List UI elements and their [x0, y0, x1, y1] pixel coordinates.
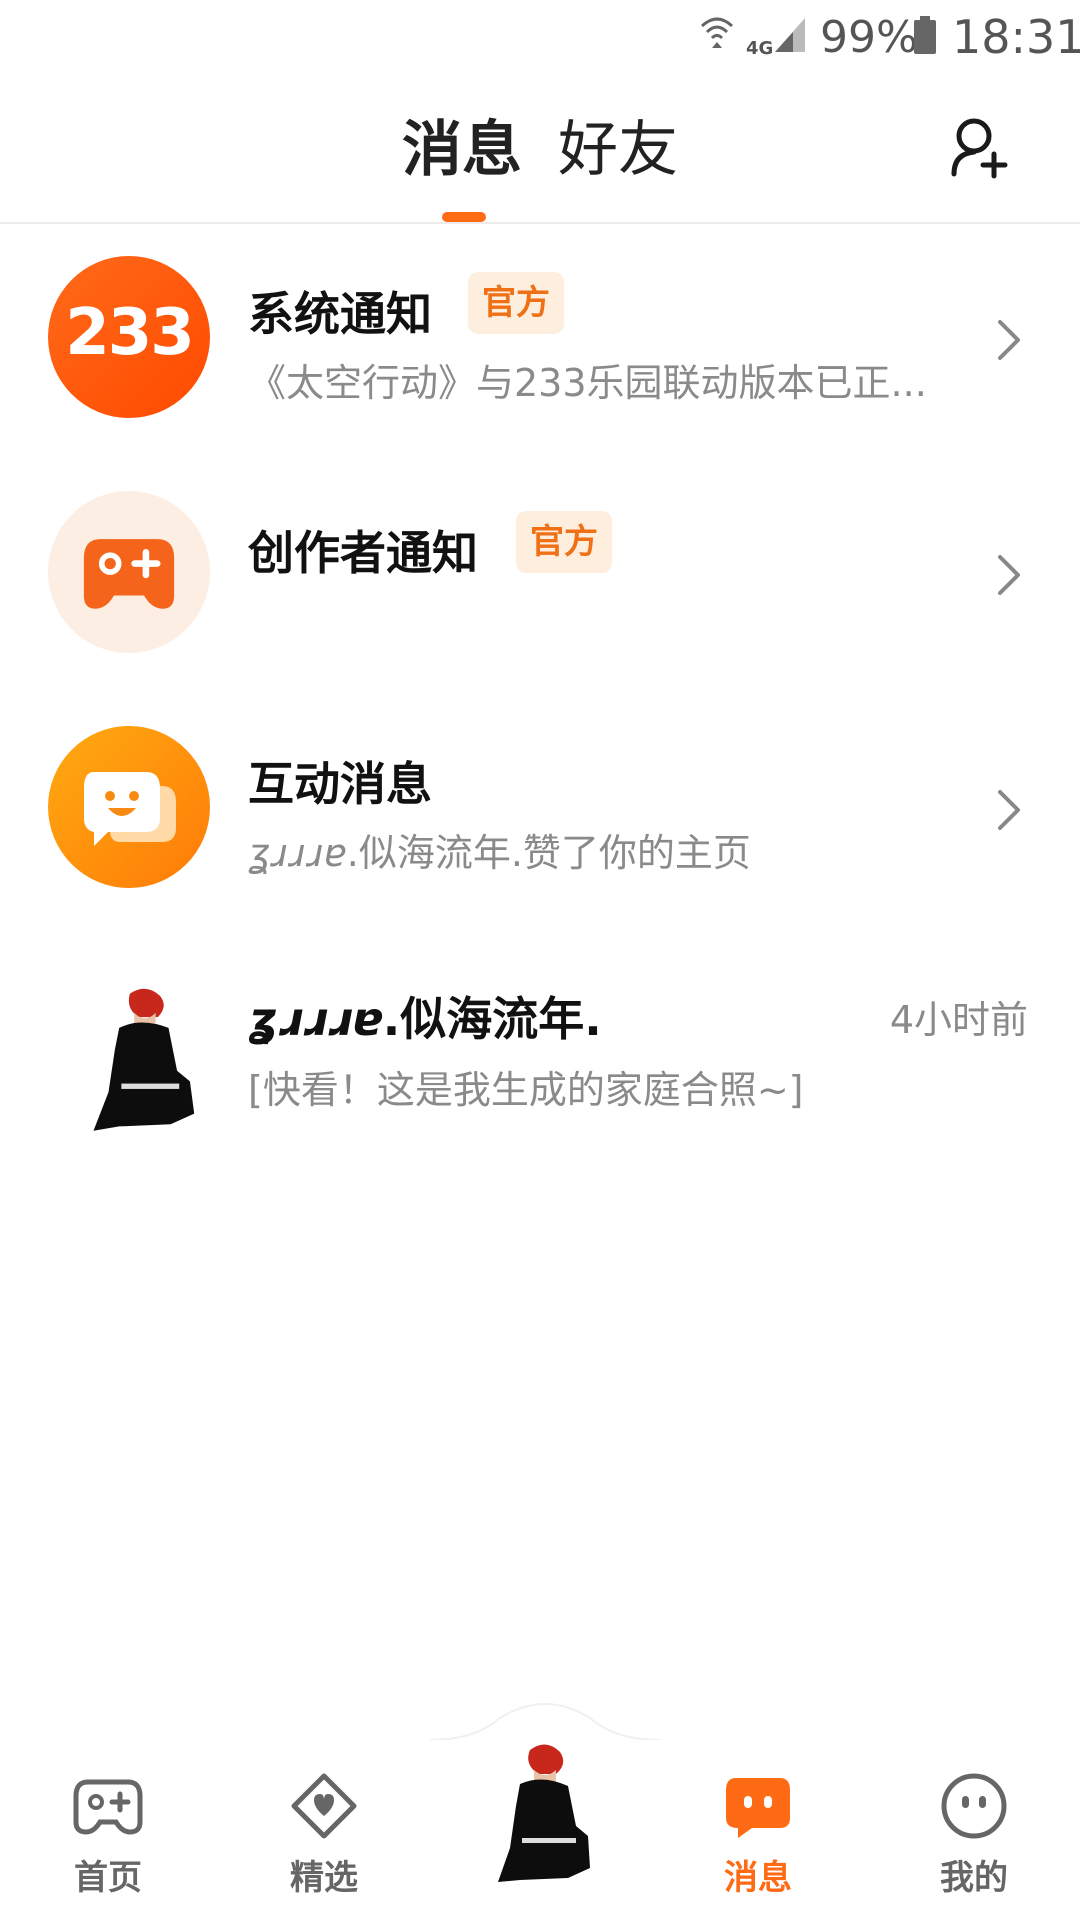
row-subtitle: 《太空行动》与233乐园联动版本已正...	[248, 361, 927, 405]
header-divider	[0, 222, 1080, 224]
network-type: 4G	[746, 38, 774, 59]
active-tab-indicator	[442, 212, 486, 222]
row-subtitle-text: .似海流年.赞了你的主页	[346, 831, 751, 875]
system-avatar-logo: 233	[65, 296, 195, 370]
creator-avatar	[48, 491, 210, 653]
nav-label: 首页	[74, 1858, 142, 1898]
row-subtitle: ʓɹɹɹɐ.似海流年.赞了你的主页	[248, 822, 751, 877]
system-avatar: 233	[48, 256, 210, 418]
nav-home[interactable]: 首页	[28, 1740, 188, 1920]
row-title: 系统通知	[248, 287, 432, 341]
message-row-chat[interactable]: ʓɹɹɹɐ.似海流年. 4小时前 [快看！这是我生成的家庭合照~]	[0, 945, 1080, 1145]
heart-box-icon	[291, 1773, 357, 1839]
user-name-text: .似海流年.	[382, 992, 602, 1046]
gamepad-icon	[83, 539, 175, 609]
user-name-stylized: ʓɹɹɹɐ	[248, 992, 383, 1046]
battery-level: 99%	[820, 12, 918, 63]
gamepad-icon	[73, 1779, 143, 1835]
nav-messages[interactable]: 消息	[678, 1740, 838, 1920]
signal-icon	[775, 18, 805, 52]
message-row-system[interactable]: 233 系统通知 官方 《太空行动》与233乐园联动版本已正...	[0, 240, 1080, 440]
message-row-creator[interactable]: 创作者通知 官方	[0, 475, 1080, 675]
user-name-stylized: ʓɹɹɹɐ	[248, 831, 347, 875]
friend-avatar	[93, 988, 195, 1131]
chevron-right-icon	[998, 555, 1020, 595]
row-title: 创作者通知	[248, 526, 478, 580]
row-subtitle: [快看！这是我生成的家庭合照~]	[248, 1068, 804, 1112]
nav-me[interactable]: 我的	[894, 1740, 1054, 1920]
nav-avatar[interactable]	[490, 1740, 600, 1890]
wifi-icon	[700, 17, 734, 48]
nav-label: 我的	[940, 1858, 1008, 1898]
chevron-right-icon	[998, 790, 1020, 830]
battery-icon	[914, 16, 936, 54]
status-bar: 4G 99% 18:31	[0, 0, 1080, 74]
official-badge: 官方	[516, 511, 612, 573]
chevron-right-icon	[998, 320, 1020, 360]
interaction-avatar	[48, 726, 210, 888]
official-badge: 官方	[468, 272, 564, 334]
message-row-interaction[interactable]: 互动消息 ʓɹɹɹɐ.似海流年.赞了你的主页	[0, 710, 1080, 910]
nav-label: 消息	[724, 1858, 792, 1898]
nav-bump	[0, 1703, 1080, 1740]
nav-label: 精选	[290, 1858, 358, 1898]
message-time: 4小时前	[889, 998, 1028, 1042]
clock: 18:31	[952, 10, 1080, 64]
add-friend-icon[interactable]	[950, 114, 1010, 180]
tab-friends[interactable]: 好友	[558, 110, 678, 190]
row-title: 互动消息	[248, 757, 432, 811]
face-icon	[941, 1773, 1007, 1839]
chat-bubble-icon	[84, 772, 176, 846]
tab-messages[interactable]: 消息	[402, 110, 522, 190]
nav-featured[interactable]: 精选	[244, 1740, 404, 1920]
row-title: ʓɹɹɹɐ.似海流年.	[248, 983, 602, 1049]
chat-icon	[726, 1778, 790, 1838]
